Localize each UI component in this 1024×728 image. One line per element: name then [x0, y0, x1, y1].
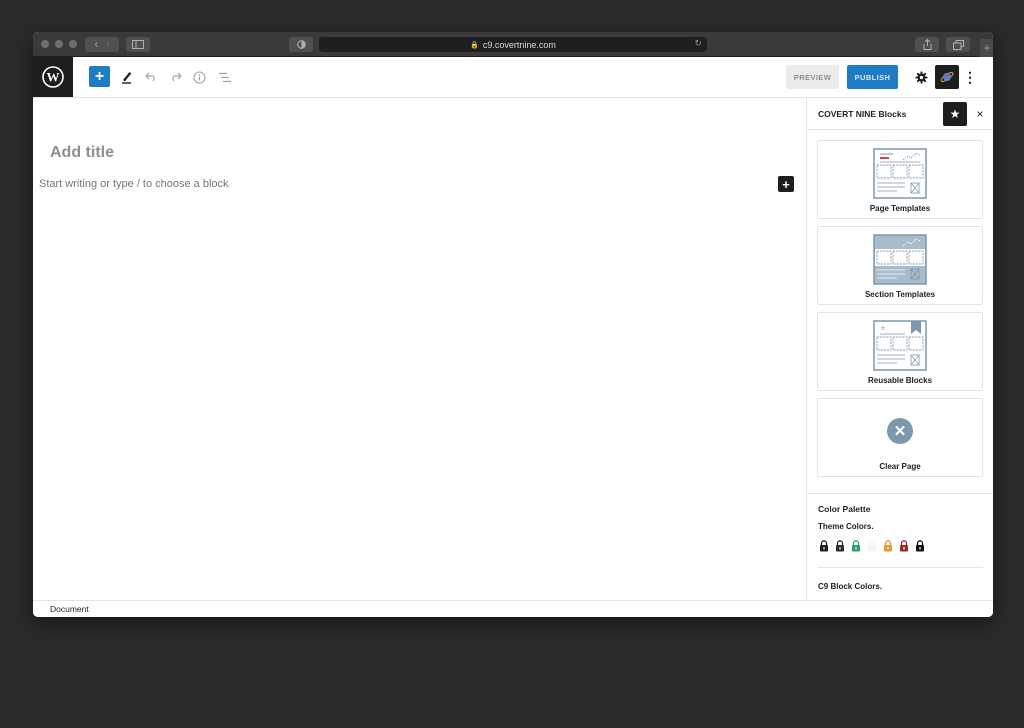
sidebar-toggle-icon[interactable] [126, 37, 150, 52]
undo-icon[interactable] [141, 67, 161, 87]
privacy-shield-icon[interactable] [289, 37, 313, 52]
reusable-blocks-icon: ± [873, 320, 927, 371]
breadcrumb-document[interactable]: Document [50, 604, 89, 614]
color-swatch-lock-icon[interactable] [834, 540, 846, 552]
add-block-button[interactable]: + [89, 66, 110, 87]
publish-button[interactable]: PUBLISH [847, 65, 898, 89]
preview-button[interactable]: PREVIEW [786, 65, 839, 89]
info-icon[interactable] [189, 67, 209, 87]
page-templates-card[interactable]: Page Templates [817, 140, 983, 219]
minimize-window-dot[interactable] [55, 40, 63, 48]
share-icon[interactable] [915, 37, 939, 52]
list-view-icon[interactable] [214, 67, 234, 87]
browser-window: ‹ › 🔒 c9.covertnine.com ↻ + W + PREVIEW … [33, 32, 993, 617]
more-options-icon[interactable]: ⋮ [962, 67, 978, 87]
section-templates-label: Section Templates [864, 290, 936, 299]
block-placeholder-input[interactable]: Start writing or type / to choose a bloc… [39, 178, 229, 190]
section-templates-card[interactable]: Section Templates [817, 226, 983, 305]
palette-divider [818, 567, 983, 568]
page-templates-label: Page Templates [869, 204, 931, 213]
section-templates-icon [873, 234, 927, 285]
covert-nine-sidebar: COVERT NINE Blocks ★ × Page Templates Se… [806, 98, 993, 600]
color-swatch-lock-icon[interactable] [818, 540, 830, 552]
close-window-dot[interactable] [41, 40, 49, 48]
forward-icon[interactable]: › [106, 39, 109, 50]
zoom-window-dot[interactable] [69, 40, 77, 48]
svg-text:±: ± [881, 325, 885, 332]
browser-toolbar: ‹ › 🔒 c9.covertnine.com ↻ + [33, 32, 993, 57]
new-tab-button[interactable]: + [980, 39, 993, 57]
tabs-overview-icon[interactable] [946, 37, 970, 52]
editor-header: W + PREVIEW PUBLISH ⋮ [33, 57, 993, 98]
reload-icon[interactable]: ↻ [694, 38, 702, 49]
covert-nine-plugin-icon[interactable] [935, 65, 959, 89]
sidebar-header: COVERT NINE Blocks ★ × [807, 98, 993, 130]
redo-icon[interactable] [165, 67, 185, 87]
color-swatch-lock-icon[interactable] [898, 540, 910, 552]
address-bar[interactable]: 🔒 c9.covertnine.com ↻ [319, 37, 707, 52]
color-swatch-lock-icon[interactable] [914, 540, 926, 552]
lock-icon: 🔒 [470, 41, 479, 49]
svg-text:W: W [47, 70, 60, 85]
post-title-input[interactable]: Add title [50, 144, 114, 162]
color-palette-panel: Color Palette Theme Colors. C9 Block Col… [807, 493, 993, 591]
theme-color-swatches [818, 540, 983, 552]
edit-pencil-icon[interactable] [117, 67, 137, 87]
star-pin-icon[interactable]: ★ [943, 102, 967, 126]
color-swatch-lock-icon[interactable] [850, 540, 862, 552]
sidebar-title: COVERT NINE Blocks [818, 109, 907, 119]
wordpress-logo-icon[interactable]: W [33, 57, 73, 97]
clear-page-card[interactable]: ✕ Clear Page [817, 398, 983, 477]
reusable-blocks-label: Reusable Blocks [867, 376, 933, 385]
back-icon[interactable]: ‹ [95, 39, 98, 50]
window-controls [41, 40, 77, 48]
reusable-blocks-card[interactable]: ± Reusable Blocks [817, 312, 983, 391]
url-text: c9.covertnine.com [482, 39, 556, 50]
color-palette-title: Color Palette [818, 504, 871, 514]
editor-canvas: Add title Start writing or type / to cho… [33, 98, 806, 600]
block-colors-label: C9 Block Colors. [818, 582, 883, 591]
clear-page-label: Clear Page [879, 462, 921, 471]
close-sidebar-icon[interactable]: × [973, 106, 987, 122]
back-forward-buttons[interactable]: ‹ › [85, 37, 119, 52]
page-templates-icon [873, 148, 927, 199]
color-swatch-lock-icon[interactable] [882, 540, 894, 552]
editor-footer: Document [33, 600, 993, 617]
theme-colors-label: Theme Colors. [818, 522, 874, 531]
settings-gear-icon[interactable] [911, 67, 931, 87]
block-cards: Page Templates Section Templates ± Reusa… [807, 130, 993, 477]
clear-page-icon: ✕ [887, 418, 913, 444]
inline-add-block-button[interactable]: + [778, 176, 794, 192]
color-swatch-lock-icon[interactable] [866, 540, 878, 552]
